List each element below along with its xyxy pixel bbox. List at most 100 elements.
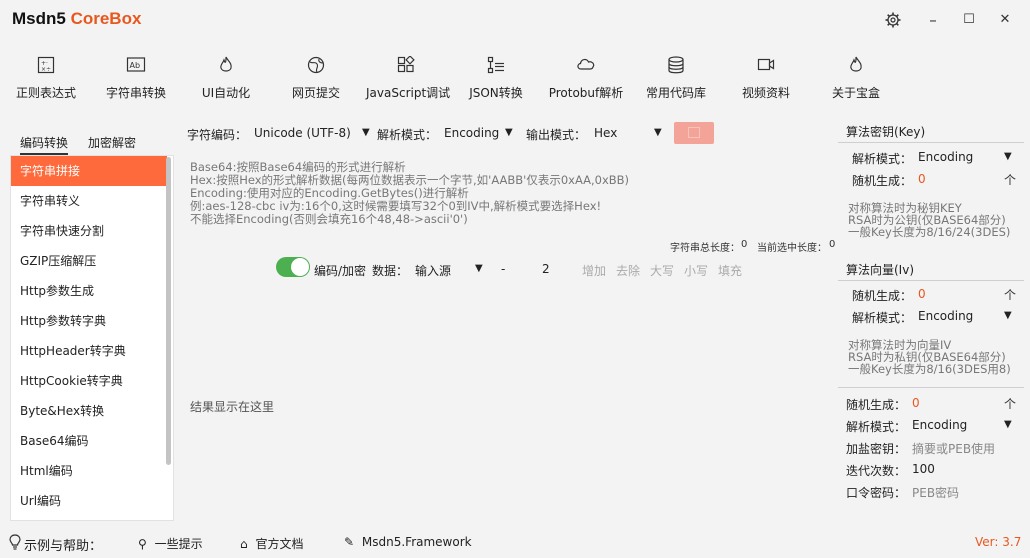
flame-icon [850,56,862,72]
parse-mode-select[interactable]: Encoding [444,126,499,140]
tool-ui-automation[interactable]: UI自动化 [198,56,254,104]
salt-parse-select[interactable]: Encoding [912,418,967,432]
chevron-down-icon[interactable]: ▼ [475,263,483,274]
key-parse-label: 解析模式： [852,152,913,166]
tab-crypto[interactable]: 加密解密 [88,134,136,151]
tool-web-submit[interactable]: 网页提交 [288,56,344,104]
remove-button[interactable]: 去除 [616,262,640,279]
tool-video[interactable]: 视频资料 [738,56,794,104]
add-button[interactable]: 增加 [582,262,606,279]
output-mode-select[interactable]: Hex [594,126,617,140]
maximize-button[interactable]: ☐ [958,10,980,30]
chevron-down-icon[interactable]: ▼ [1004,419,1012,430]
tool-label: 网页提交 [291,86,340,100]
key-section-title: 算法密钥(Key) [846,125,926,139]
cloud-icon [577,58,595,70]
password-label: 口令密码： [846,486,907,500]
wand-icon: ⚲ [138,537,147,551]
tool-code-library[interactable]: 常用代码库 [644,56,708,104]
chevron-down-icon[interactable]: ▼ [654,127,662,138]
sidebar-item-base64[interactable]: Base64编码 [11,426,167,456]
sidebar-item-html[interactable]: Html编码 [11,456,167,486]
sidebar-item-http-header-dict[interactable]: HttpHeader转字典 [11,336,167,366]
sidebar-item-gzip[interactable]: GZIP压缩解压 [11,246,167,276]
code-icon [397,55,415,73]
iterations-label: 迭代次数： [846,464,907,478]
fill-button[interactable]: 填充 [718,262,742,279]
tool-string-convert[interactable]: Ab 字符串转换 [104,56,168,104]
hint-link[interactable]: ⚲ 一些提示 [138,535,203,552]
arrow-up-icon[interactable]: 个 [1004,286,1016,303]
tool-label: UI自动化 [201,86,251,100]
password-input[interactable]: PEB密码 [912,484,959,501]
data-label: 数据： [372,264,409,278]
sidebar-item-http-params[interactable]: Http参数生成 [11,276,167,306]
help-text-line: 不能选择Encoding(否则会填充16个48,48->ascii'0') [190,212,468,226]
iv-random-value[interactable]: 0 [918,287,926,301]
uppercase-button[interactable]: 大写 [650,262,674,279]
sidebar-item-string-split[interactable]: 字符串快速分割 [11,216,167,246]
tab-encoding[interactable]: 编码转换 [20,134,69,155]
tool-label: 视频资料 [741,86,790,100]
sidebar-item-http-cookie-dict[interactable]: HttpCookie转字典 [11,366,167,396]
count-input[interactable]: 2 [542,262,550,276]
iv-parse-select[interactable]: Encoding [918,309,973,323]
chevron-down-icon[interactable]: ▼ [1004,151,1012,162]
sidebar-scrollbar[interactable] [166,157,171,465]
execute-button[interactable] [674,122,714,144]
divider [838,387,1024,388]
key-parse-select[interactable]: Encoding [918,150,973,164]
tool-about[interactable]: 关于宝盒 [828,56,884,104]
close-button[interactable]: ✕ [994,10,1016,30]
charset-select[interactable]: Unicode (UTF-8) [254,126,351,140]
sidebar-list: 字符串拼接 字符串转义 字符串快速分割 GZIP压缩解压 Http参数生成 Ht… [10,155,174,521]
data-source-select[interactable]: 输入源 [415,262,451,279]
minimize-button[interactable]: – [922,10,944,30]
chevron-down-icon[interactable]: ▼ [1004,310,1012,321]
salt-key-input[interactable]: 摘要或PEB使用 [912,440,995,457]
tool-label: 正则表达式 [15,86,76,100]
svg-text:Ab: Ab [130,61,141,70]
tool-javascript[interactable]: JavaScript调试 [366,55,450,104]
key-note: 一般Key长度为8/16/24(3DES) [848,225,1011,239]
tool-regex[interactable]: +· ×÷ 正则表达式 [14,56,78,104]
iv-note: 一般Key长度为8/16(3DES用8) [848,362,1011,376]
salt-random-value[interactable]: 0 [912,396,920,410]
arrow-up-icon[interactable]: 个 [1004,395,1016,412]
key-random-value[interactable]: 0 [918,172,926,186]
tool-json[interactable]: JSON转换 [466,56,526,104]
sidebar-item-byte-hex[interactable]: Byte&Hex转换 [11,396,167,426]
sidebar-item-string-escape[interactable]: 字符串转义 [11,186,167,216]
docs-link[interactable]: ⌂ 官方文档 [240,535,303,552]
database-icon [668,56,684,74]
framework-link[interactable]: ✎ Msdn5.Framework [344,535,472,549]
chevron-down-icon[interactable]: ▼ [362,127,370,138]
tool-label: 常用代码库 [645,86,706,100]
iv-section-title: 算法向量(Iv) [846,263,915,277]
toggle-label: 编码/加密 [314,264,367,278]
selected-length-value: 0 [829,239,836,250]
tool-label: JSON转换 [469,86,523,100]
iv-random-label: 随机生成： [852,289,913,303]
divider [838,280,1024,281]
arrow-up-icon[interactable]: 个 [1004,171,1016,188]
output-mode-label: 输出模式： [526,128,587,142]
iterations-input[interactable]: 100 [912,462,935,476]
settings-button[interactable] [882,10,904,30]
charset-label: 字符编码： [187,128,248,142]
tool-label: 字符串转换 [105,86,166,100]
total-length-value: 0 [741,239,748,250]
tool-protobuf[interactable]: Protobuf解析 [548,56,624,104]
sidebar-item-http-params-dict[interactable]: Http参数转字典 [11,306,167,336]
gear-icon [885,12,901,28]
salt-parse-label: 解析模式： [846,420,907,434]
sidebar-item-string-concat[interactable]: 字符串拼接 [11,156,167,186]
app-title-main: Msdn5 [12,9,66,28]
encode-encrypt-toggle[interactable] [276,257,310,277]
lowercase-button[interactable]: 小写 [684,262,708,279]
sidebar-item-url[interactable]: Url编码 [11,486,167,516]
result-output[interactable]: 结果显示在这里 [190,398,274,415]
hint-link-label: 一些提示 [154,537,203,551]
chevron-down-icon[interactable]: ▼ [505,127,513,138]
grid-icon [487,56,504,74]
